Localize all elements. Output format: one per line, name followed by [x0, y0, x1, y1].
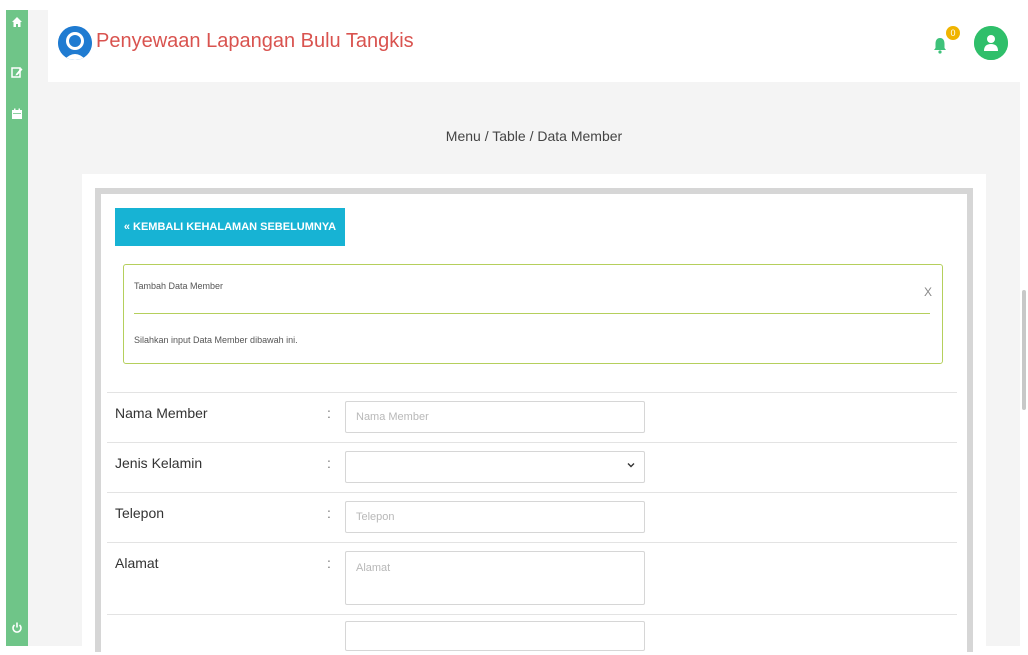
calendar-icon[interactable] [10, 108, 24, 122]
nama-member-label: Nama Member [115, 405, 208, 421]
page-scrollbar[interactable] [1020, 10, 1028, 646]
form-row-alamat: Alamat : [107, 542, 957, 615]
alamat-label: Alamat [115, 555, 159, 571]
edit-icon[interactable] [10, 66, 24, 80]
app-logo[interactable] [58, 26, 92, 60]
alert-divider [134, 313, 930, 314]
notification-badge: 0 [946, 26, 960, 40]
sidebar [6, 10, 28, 646]
form-row-nama-member: Nama Member : [107, 392, 957, 443]
info-alert: Tambah Data Member X Silahkan input Data… [123, 264, 943, 364]
back-button-label: KEMBALI KEHALAMAN SEBELUMNYA [133, 221, 337, 233]
form-row-jenis-kelamin: Jenis Kelamin : [107, 442, 957, 493]
power-icon[interactable] [10, 622, 24, 636]
scrollbar-thumb[interactable] [1022, 290, 1026, 410]
form-row-next [107, 614, 957, 655]
content-area: Menu / Table / Data Member « KEMBALI KEH… [48, 82, 1020, 652]
app-title[interactable]: Penyewaan Lapangan Bulu Tangkis [96, 30, 414, 53]
top-navbar: Penyewaan Lapangan Bulu Tangkis 0 [48, 10, 1020, 82]
next-field-input[interactable] [345, 621, 645, 651]
field-colon: : [327, 505, 331, 521]
bell-icon[interactable] [932, 36, 948, 54]
close-icon[interactable]: X [924, 285, 932, 299]
breadcrumb: Menu / Table / Data Member [445, 128, 623, 144]
back-button[interactable]: « KEMBALI KEHALAMAN SEBELUMNYA [115, 208, 345, 246]
jenis-kelamin-select[interactable] [345, 451, 645, 483]
telepon-label: Telepon [115, 505, 165, 521]
field-colon: : [327, 555, 331, 571]
home-icon[interactable] [10, 16, 24, 30]
alert-body: Silahkan input Data Member dibawah ini. [134, 335, 298, 345]
alert-title: Tambah Data Member [134, 281, 224, 291]
field-colon: : [327, 455, 331, 471]
chevron-down-icon [627, 463, 635, 468]
nama-member-input[interactable] [345, 401, 645, 433]
field-colon: : [327, 405, 331, 421]
jenis-kelamin-label: Jenis Kelamin [115, 455, 203, 471]
form-panel: « KEMBALI KEHALAMAN SEBELUMNYA Tambah Da… [95, 188, 973, 652]
form-card: « KEMBALI KEHALAMAN SEBELUMNYA Tambah Da… [82, 174, 986, 652]
avatar[interactable] [974, 26, 1008, 60]
form-row-telepon: Telepon : [107, 492, 957, 543]
telepon-input[interactable] [345, 501, 645, 533]
sidebar-gutter [28, 10, 48, 646]
alamat-textarea[interactable] [345, 551, 645, 605]
double-chevron-left-icon: « [123, 221, 130, 233]
